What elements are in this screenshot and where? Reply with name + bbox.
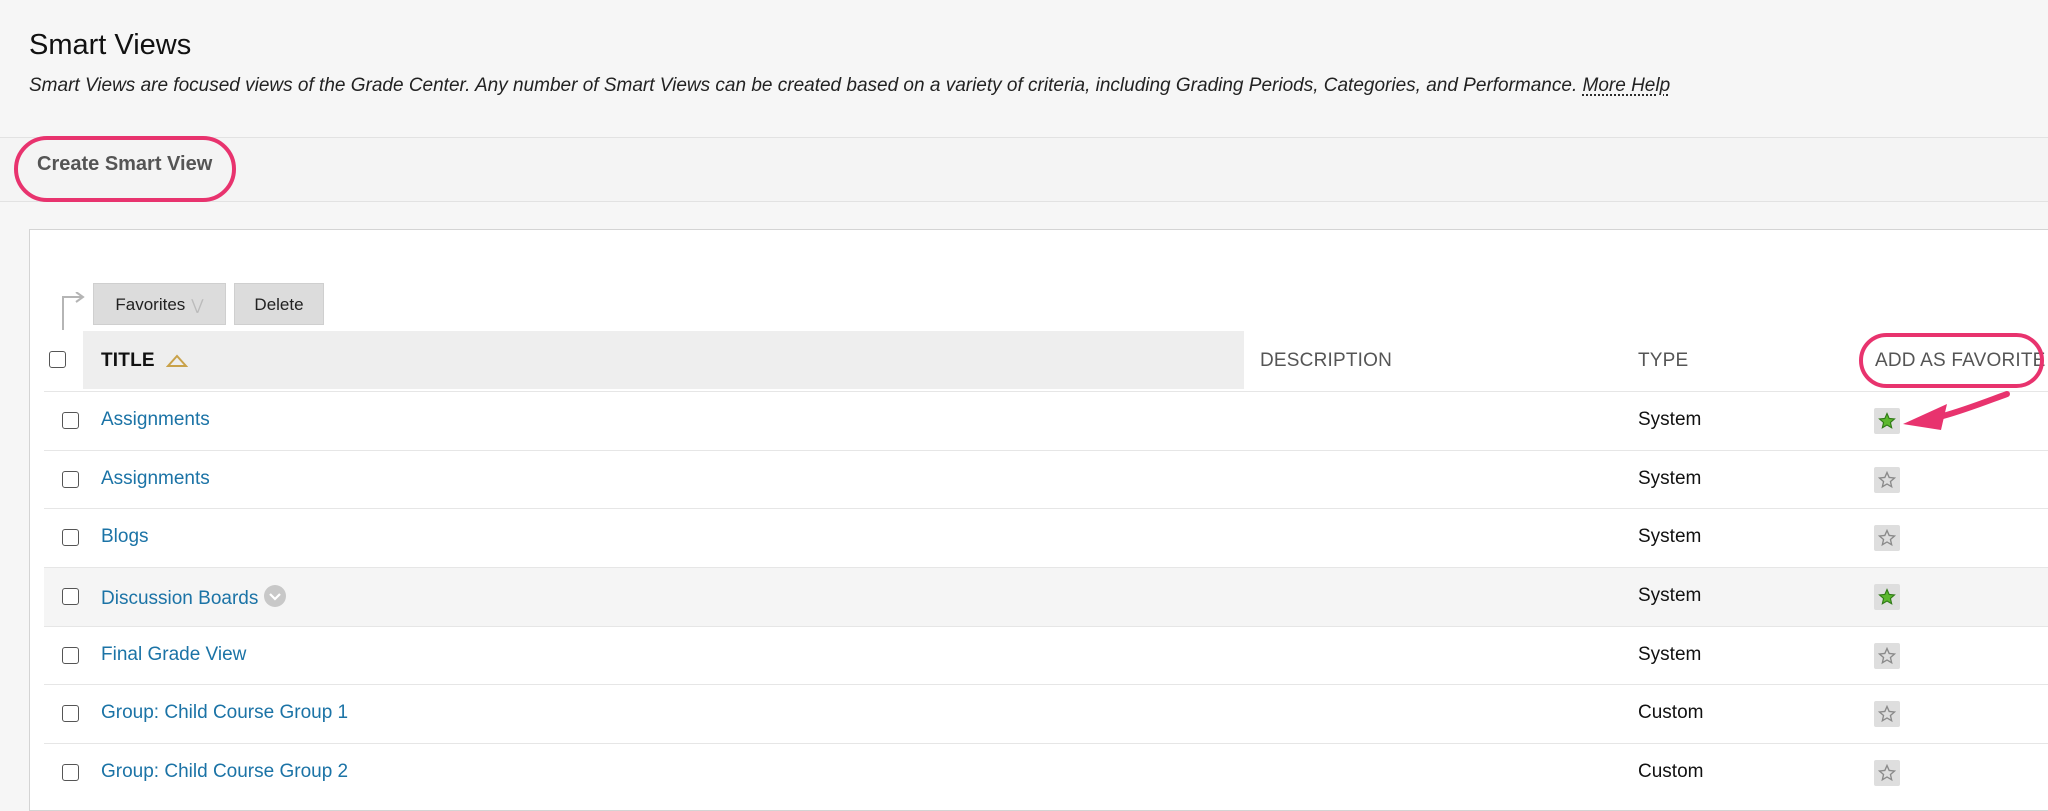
favorite-toggle[interactable]	[1874, 701, 1900, 727]
row-type: System	[1638, 585, 1702, 606]
row-title-link[interactable]: Group: Child Course Group 1	[101, 702, 348, 724]
return-arrow-icon	[62, 292, 85, 330]
table-row: Final Grade View System	[44, 626, 2048, 685]
row-type: System	[1638, 468, 1702, 489]
favorite-toggle[interactable]	[1874, 525, 1900, 551]
row-checkbox[interactable]	[62, 471, 79, 488]
page-description: Smart Views are focused views of the Gra…	[29, 74, 2019, 98]
chevron-down-icon[interactable]	[264, 585, 287, 607]
page-header: Smart Views Smart Views are focused view…	[29, 26, 2019, 98]
table-header-row: TITLE DESCRIPTION TYPE ADD AS FAVORITE	[44, 331, 2048, 389]
row-checkbox[interactable]	[62, 412, 79, 429]
favorites-button-label: Favorites	[115, 295, 186, 314]
row-title-link[interactable]: Blogs	[101, 526, 149, 548]
row-title-link[interactable]: Discussion Boards	[101, 585, 287, 610]
table-row: Group: Child Course Group 1 Custom	[44, 684, 2048, 743]
chevron-down-icon: ⋁	[191, 297, 204, 314]
star-icon	[1878, 529, 1896, 547]
select-all-checkbox[interactable]	[49, 351, 66, 368]
favorite-toggle[interactable]	[1874, 643, 1900, 669]
column-header-type: TYPE	[1638, 350, 1689, 371]
column-header-add-as-favorite: ADD AS FAVORITE	[1875, 350, 2046, 371]
table-row: Group: Child Course Group 2 Custom	[44, 743, 2048, 802]
sort-ascending-icon	[166, 354, 189, 367]
row-type: Custom	[1638, 761, 1704, 782]
row-type: System	[1638, 526, 1702, 547]
row-checkbox[interactable]	[62, 529, 79, 546]
row-title-link[interactable]: Assignments	[101, 409, 210, 431]
star-icon	[1878, 588, 1896, 605]
row-checkbox[interactable]	[62, 588, 79, 605]
favorite-toggle[interactable]	[1874, 467, 1900, 493]
column-header-title-label: TITLE	[101, 350, 155, 371]
delete-button[interactable]: Delete	[234, 283, 324, 325]
page-description-text: Smart Views are focused views of the Gra…	[29, 75, 1578, 96]
title-column-header-bg	[83, 331, 1244, 389]
row-title-link[interactable]: Group: Child Course Group 2	[101, 761, 348, 783]
create-smart-view-button[interactable]: Create Smart View	[37, 153, 212, 176]
action-bar: Create Smart View	[0, 137, 2048, 202]
page-title: Smart Views	[29, 29, 192, 61]
favorite-toggle[interactable]	[1874, 584, 1900, 610]
star-icon	[1878, 471, 1896, 489]
row-checkbox[interactable]	[62, 705, 79, 722]
row-type: Custom	[1638, 702, 1704, 723]
row-title-link[interactable]: Assignments	[101, 468, 210, 490]
annotation-arrow	[1903, 391, 2010, 430]
favorites-dropdown-button[interactable]: Favorites ⋁	[93, 283, 226, 325]
star-icon	[1878, 412, 1896, 429]
star-icon	[1878, 764, 1896, 782]
table-row: Assignments System	[44, 450, 2048, 509]
row-checkbox[interactable]	[62, 647, 79, 664]
table-row: Discussion Boards System	[44, 567, 2048, 626]
row-title-link[interactable]: Final Grade View	[101, 644, 246, 666]
table-row: Blogs System	[44, 508, 2048, 567]
star-icon	[1878, 705, 1896, 723]
column-header-title[interactable]: TITLE	[101, 350, 189, 372]
star-icon	[1878, 647, 1896, 665]
table-row: Assignments System	[44, 391, 2048, 450]
row-type: System	[1638, 644, 1702, 665]
more-help-link[interactable]: More Help	[1583, 75, 1671, 96]
favorite-toggle[interactable]	[1874, 760, 1900, 786]
row-type: System	[1638, 409, 1702, 430]
column-header-description: DESCRIPTION	[1260, 350, 1393, 371]
row-checkbox[interactable]	[62, 764, 79, 781]
row-title-text: Discussion Boards	[101, 588, 259, 609]
